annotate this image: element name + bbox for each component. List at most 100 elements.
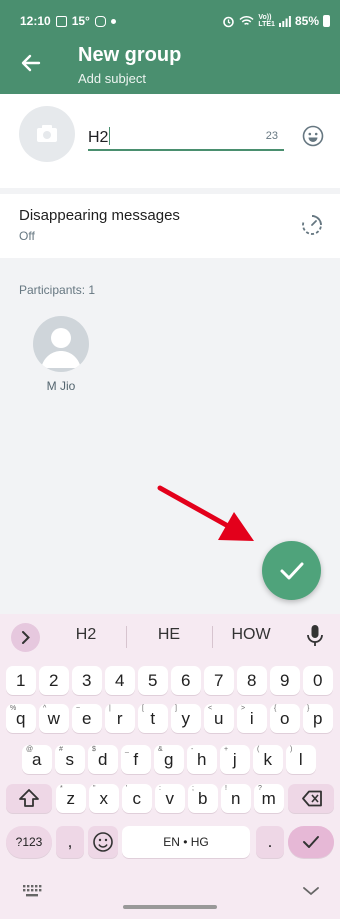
suggestion-3[interactable]: HOW (211, 626, 291, 644)
app-header: 12:10 15° Vo)) LTE1 85% New group Add su… (0, 0, 340, 94)
key-u[interactable]: < u (204, 704, 234, 733)
key-label: c (132, 789, 142, 808)
wifi-icon (239, 15, 254, 25)
key-k[interactable]: (k (253, 745, 283, 774)
comma-key[interactable]: , (56, 826, 84, 858)
key-hint: - (191, 746, 194, 753)
key-h[interactable]: -h (187, 745, 217, 774)
period-key[interactable]: . (256, 826, 284, 858)
key-label: b (198, 789, 208, 808)
key-hint: $ (92, 746, 96, 753)
key-label: z (66, 789, 76, 808)
key-l[interactable]: ) l (286, 745, 316, 774)
key-6[interactable]: 6 (171, 666, 201, 695)
key-label: k (263, 750, 273, 769)
home-indicator (123, 905, 217, 909)
key-x[interactable]: " x (89, 784, 119, 813)
key-hint: > (241, 705, 246, 712)
key-hint: { (274, 705, 277, 712)
emoji-key[interactable] (88, 826, 118, 858)
key-hint: ! (225, 785, 227, 792)
key-y[interactable]: ] y (171, 704, 201, 733)
key-n[interactable]: ! n (221, 784, 251, 813)
key-label: s (65, 750, 75, 769)
key-label: p (313, 709, 323, 728)
key-p[interactable]: } p (303, 704, 333, 733)
key-s[interactable]: # s (55, 745, 85, 774)
avatar[interactable] (33, 316, 89, 372)
key-j[interactable]: + j (220, 745, 250, 774)
participant-name: M Jio (46, 379, 76, 393)
checkmark-icon (303, 836, 319, 848)
key-7[interactable]: 7 (204, 666, 234, 695)
key-q[interactable]: % q (6, 704, 36, 733)
arrow-left-icon[interactable] (18, 50, 44, 76)
key-label: h (197, 750, 207, 769)
create-group-button[interactable] (262, 541, 321, 600)
key-hint: : (159, 785, 161, 792)
key-label: 4 (115, 671, 125, 690)
group-subject-input[interactable]: H2 23 (88, 127, 284, 151)
disappearing-messages-status: Off (19, 229, 35, 243)
key-i[interactable]: > i (237, 704, 267, 733)
key-hint: ) (290, 746, 293, 753)
symbols-key[interactable]: ?123 (6, 826, 52, 858)
key-z[interactable]: * z (56, 784, 86, 813)
enter-key[interactable] (288, 826, 334, 858)
key-hint: [ (142, 705, 144, 712)
key-t[interactable]: [t (138, 704, 168, 733)
key-hint: ~ (76, 705, 81, 712)
key-a[interactable]: @ a (22, 745, 52, 774)
suggestion-2[interactable]: HE (129, 626, 209, 644)
gallery-notification-icon (55, 15, 67, 27)
key-9[interactable]: 9 (270, 666, 300, 695)
key-8[interactable]: 8 (237, 666, 267, 695)
toolbar-toggle-button[interactable] (11, 623, 40, 652)
checkmark-icon (280, 562, 304, 580)
timer-icon (302, 215, 322, 235)
key-5[interactable]: 5 (138, 666, 168, 695)
key-w[interactable]: ^ w (39, 704, 69, 733)
key-label: 8 (247, 671, 257, 690)
smiley-icon[interactable] (302, 125, 324, 147)
key-hint: * (60, 785, 63, 792)
shift-key[interactable] (6, 784, 52, 813)
disappearing-messages-row[interactable]: Disappearing messages Off (0, 194, 340, 256)
key-c[interactable]: ' c (122, 784, 152, 813)
key-1[interactable]: 1 (6, 666, 36, 695)
backspace-key[interactable] (288, 784, 334, 813)
key-label: g (164, 750, 174, 769)
key-m[interactable]: ? m (254, 784, 284, 813)
chevron-down-icon[interactable] (302, 886, 320, 896)
key-hint: # (59, 746, 63, 753)
key-g[interactable]: & g (154, 745, 184, 774)
key-0[interactable]: 0 (303, 666, 333, 695)
microphone-icon[interactable] (305, 624, 325, 648)
key-d[interactable]: $ d (88, 745, 118, 774)
key-label: t (150, 709, 156, 728)
suggestion-1[interactable]: H2 (46, 626, 126, 644)
suggestion-bar: H2 HE HOW (0, 614, 340, 660)
key-f[interactable]: _ f (121, 745, 151, 774)
backspace-icon (302, 790, 322, 807)
group-subject-value: H2 (88, 129, 109, 146)
key-hint: ^ (43, 705, 47, 712)
key-2[interactable]: 2 (39, 666, 69, 695)
key-o[interactable]: {o (270, 704, 300, 733)
status-left: 12:10 15° (20, 14, 116, 28)
key-r[interactable]: | r (105, 704, 135, 733)
status-temperature: 15° (71, 14, 90, 28)
keyboard-hide-icon[interactable] (22, 884, 42, 898)
key-3[interactable]: 3 (72, 666, 102, 695)
default-avatar-icon (41, 328, 81, 368)
key-e[interactable]: ~ e (72, 704, 102, 733)
space-key[interactable]: EN • HG (122, 826, 250, 858)
key-hint: ; (192, 785, 194, 792)
key-b[interactable]: ; b (188, 784, 218, 813)
camera-icon (37, 125, 57, 142)
key-label: o (280, 709, 290, 728)
key-v[interactable]: :v (155, 784, 185, 813)
key-4[interactable]: 4 (105, 666, 135, 695)
subject-char-counter: 23 (265, 130, 278, 142)
group-photo-button[interactable] (19, 106, 75, 162)
